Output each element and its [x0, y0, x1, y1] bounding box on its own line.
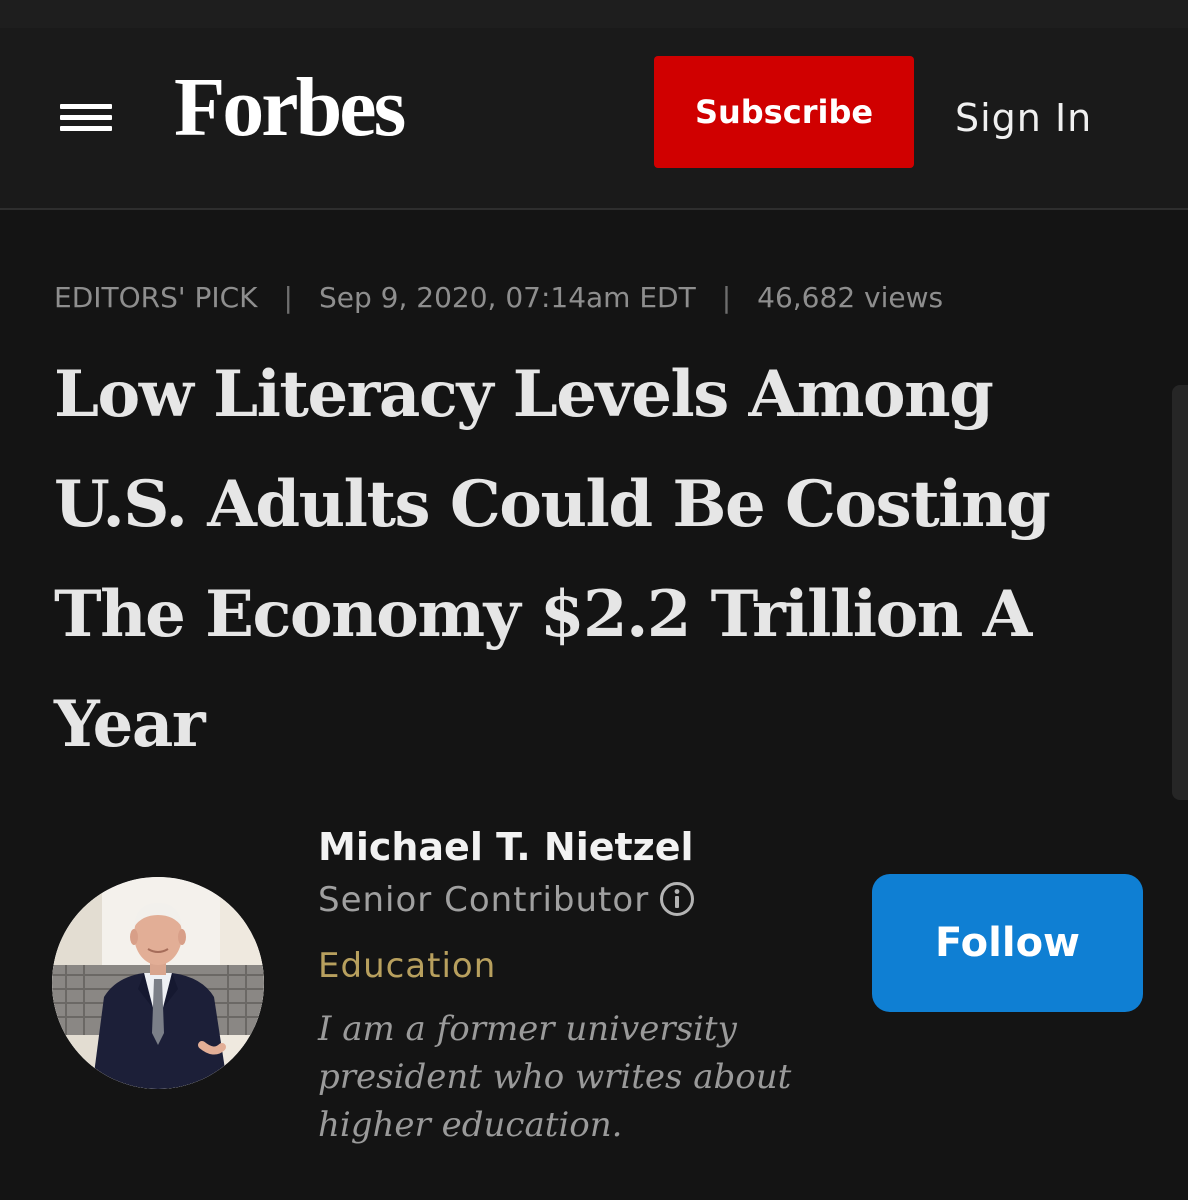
top-navigation-bar: Forbes Subscribe Sign In: [0, 28, 1188, 210]
view-count: 46,682 views: [757, 281, 944, 314]
forbes-logo[interactable]: Forbes: [174, 66, 406, 150]
scrollbar-thumb[interactable]: [1172, 385, 1188, 800]
meta-separator: |: [721, 281, 732, 314]
sign-in-link[interactable]: Sign In: [955, 90, 1092, 146]
author-role: Senior Contributor: [318, 876, 695, 924]
info-icon[interactable]: [659, 881, 695, 917]
subscribe-button[interactable]: Subscribe: [654, 56, 914, 168]
article-meta-row: EDITORS' PICK | Sep 9, 2020, 07:14am EDT | 4…: [54, 276, 943, 320]
author-topic-link[interactable]: Education: [318, 942, 496, 990]
author-bio: I am a former university president who w…: [318, 1009, 792, 1145]
article-headline: Low Literacy Levels Among U.S. Adults Co…: [54, 357, 1051, 762]
hamburger-menu-icon[interactable]: [58, 100, 114, 136]
author-avatar[interactable]: [52, 877, 264, 1089]
author-role-label: Senior Contributor: [318, 880, 650, 920]
follow-button[interactable]: Follow: [872, 874, 1143, 1012]
publish-date: Sep 9, 2020, 07:14am EDT: [318, 281, 696, 314]
editors-pick-label: EDITORS' PICK: [54, 281, 258, 314]
status-strip: [0, 0, 1188, 28]
author-photo: [52, 877, 264, 1089]
author-name[interactable]: Michael T. Nietzel: [318, 822, 694, 872]
meta-separator: |: [283, 281, 293, 314]
